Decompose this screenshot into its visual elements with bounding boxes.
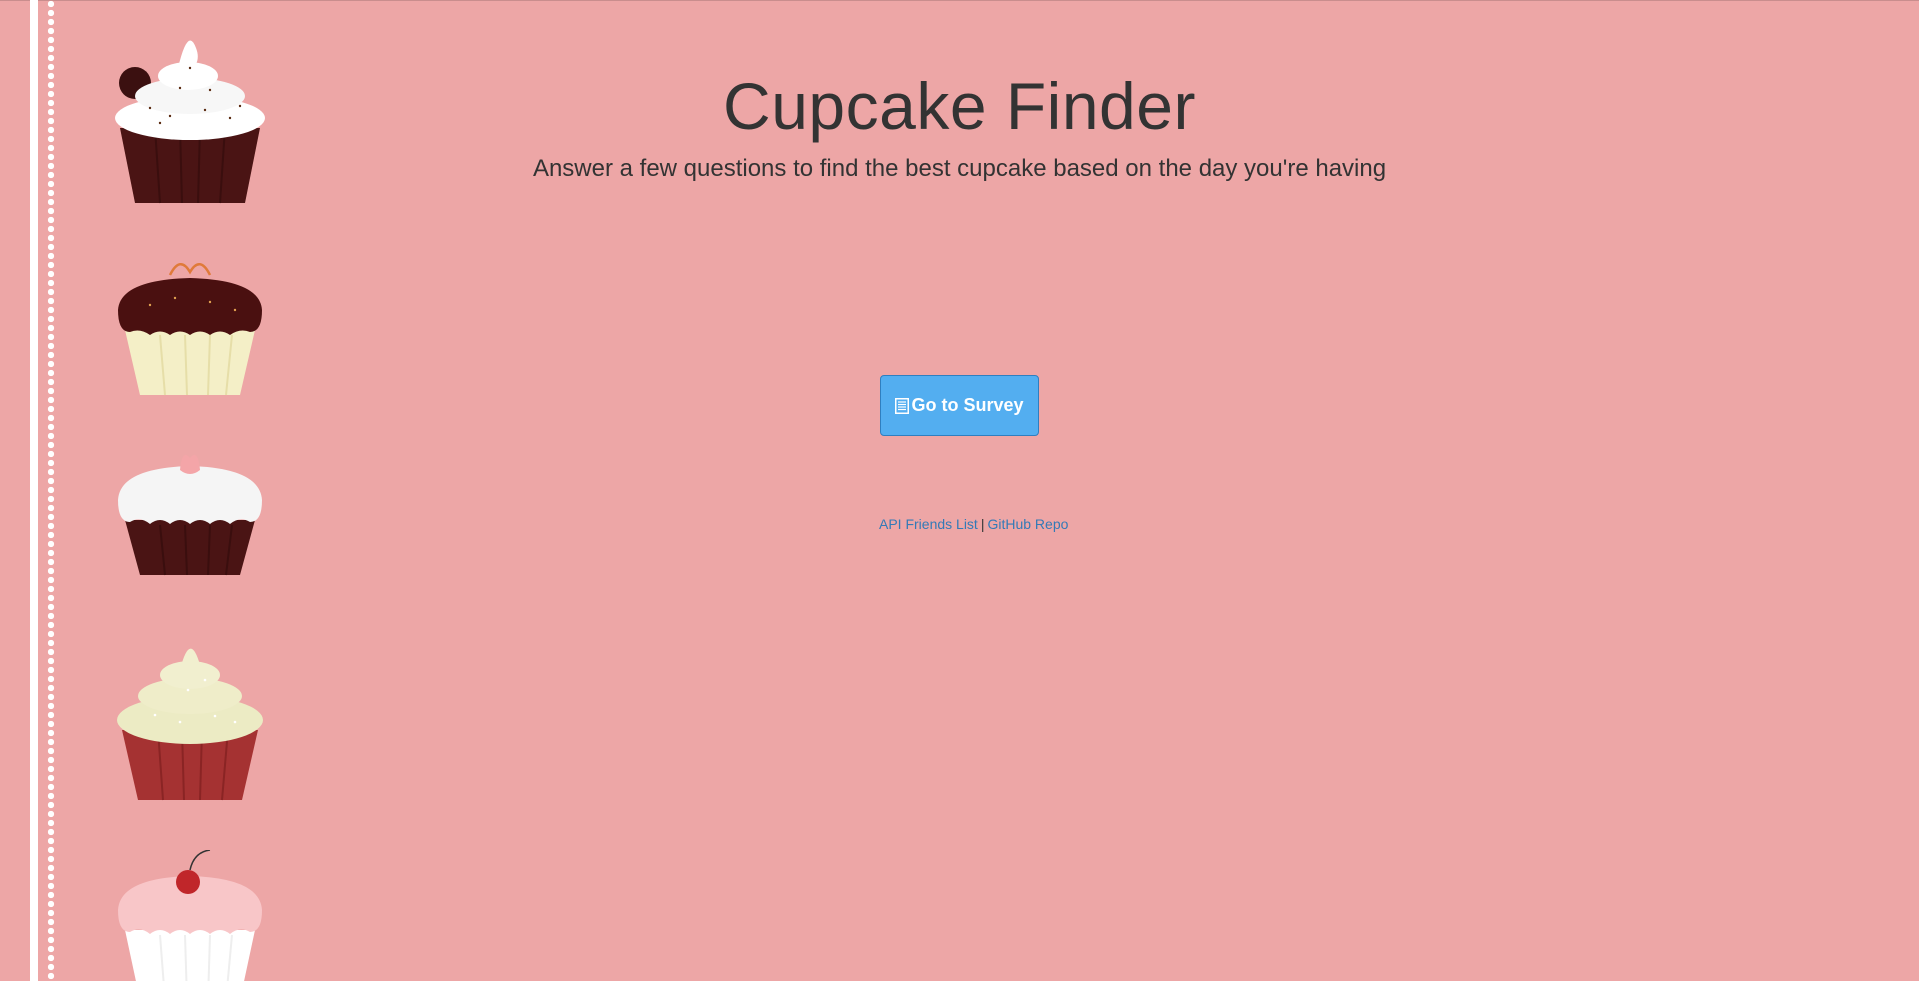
list-document-icon	[895, 397, 910, 414]
page-title: Cupcake Finder	[723, 69, 1196, 143]
cupcake-cream-frosting-red-velvet-icon	[110, 630, 270, 810]
cupcake-white-frosting-flower-icon	[110, 440, 270, 620]
github-repo-link[interactable]: GitHub Repo	[987, 516, 1068, 532]
api-friends-list-link[interactable]: API Friends List	[879, 516, 978, 532]
cupcake-pink-frosting-cherry-icon	[110, 850, 270, 981]
footer-links: API Friends List | GitHub Repo	[879, 516, 1068, 532]
page-top-border	[0, 0, 1919, 1]
cupcake-chocolate-frosting-vanilla-icon	[110, 250, 270, 430]
go-to-survey-button[interactable]: Go to Survey	[880, 375, 1039, 436]
left-decorative-dots	[47, 0, 55, 981]
left-decorative-stripe	[30, 0, 38, 981]
go-to-survey-label: Go to Survey	[911, 395, 1024, 415]
page-subtitle: Answer a few questions to find the best …	[532, 155, 1387, 182]
